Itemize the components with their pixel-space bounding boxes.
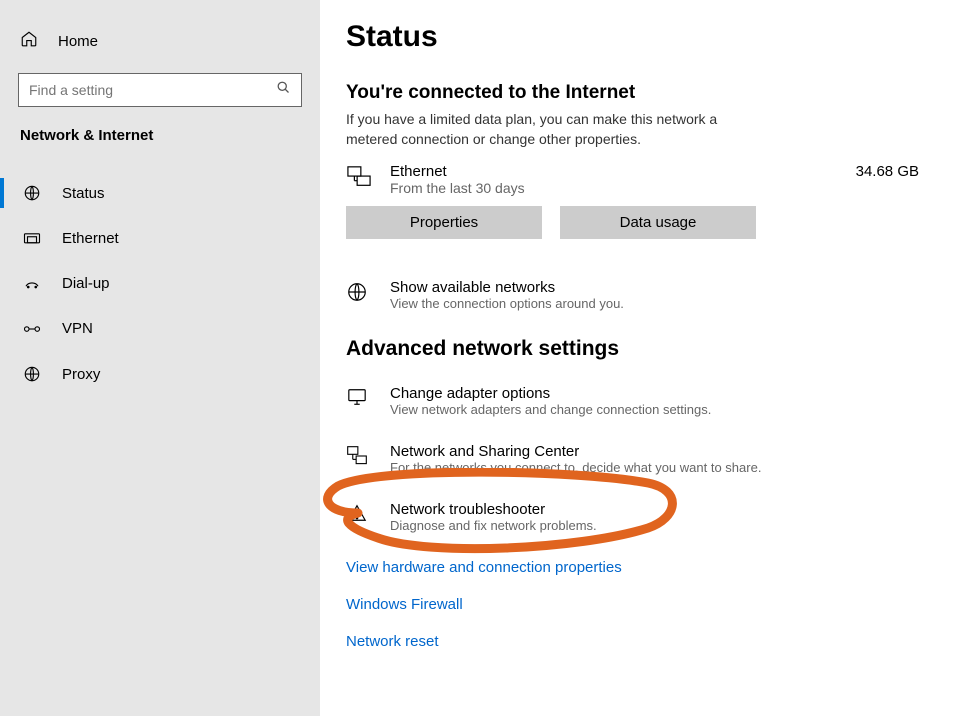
sidebar-item-vpn[interactable]: VPN [0, 306, 320, 351]
search-input[interactable] [29, 82, 276, 98]
proxy-icon [22, 365, 42, 383]
advanced-heading: Advanced network settings [346, 337, 929, 361]
sidebar-item-label: Ethernet [62, 230, 119, 247]
data-usage-button[interactable]: Data usage [560, 206, 756, 239]
show-available-sub: View the connection options around you. [390, 296, 624, 311]
troubleshoot-icon [346, 501, 374, 528]
sharing-sub: For the networks you connect to, decide … [390, 460, 761, 475]
adapter-icon [346, 385, 374, 412]
sidebar-item-dialup[interactable]: Dial-up [0, 261, 320, 306]
search-input-container[interactable] [18, 73, 302, 107]
sidebar-item-label: Dial-up [62, 275, 110, 292]
connection-row: Ethernet From the last 30 days 34.68 GB [346, 163, 929, 196]
network-troubleshooter[interactable]: Network troubleshooter Diagnose and fix … [346, 501, 929, 533]
sidebar-item-ethernet[interactable]: Ethernet [0, 216, 320, 261]
sidebar-item-label: Status [62, 185, 105, 202]
button-row: Properties Data usage [346, 206, 929, 239]
troubleshoot-title: Network troubleshooter [390, 501, 597, 518]
dialup-icon [22, 277, 42, 291]
home-label: Home [58, 33, 98, 50]
troubleshoot-sub: Diagnose and fix network problems. [390, 518, 597, 533]
adapter-sub: View network adapters and change connect… [390, 402, 711, 417]
show-available-networks[interactable]: Show available networks View the connect… [346, 279, 929, 311]
connection-sub: From the last 30 days [390, 180, 840, 196]
ethernet-connection-icon [346, 163, 374, 194]
connection-usage: 34.68 GB [856, 163, 929, 180]
show-available-title: Show available networks [390, 279, 624, 296]
ethernet-icon [22, 232, 42, 246]
sidebar-item-label: Proxy [62, 366, 100, 383]
connection-name: Ethernet [390, 163, 840, 180]
sidebar-nav: Status Ethernet Dial-up VPN Proxy [0, 170, 320, 397]
change-adapter-options[interactable]: Change adapter options View network adap… [346, 385, 929, 417]
network-sharing-center[interactable]: Network and Sharing Center For the netwo… [346, 443, 929, 475]
home-link[interactable]: Home [0, 20, 320, 63]
adapter-title: Change adapter options [390, 385, 711, 402]
link-hardware-properties[interactable]: View hardware and connection properties [346, 559, 929, 576]
sidebar-item-label: VPN [62, 320, 93, 337]
sidebar: Home Network & Internet Status Ethernet … [0, 0, 320, 716]
sharing-icon [346, 443, 374, 472]
properties-button[interactable]: Properties [346, 206, 542, 239]
connected-desc: If you have a limited data plan, you can… [346, 110, 766, 149]
link-windows-firewall[interactable]: Windows Firewall [346, 596, 929, 613]
vpn-icon [22, 322, 42, 336]
sidebar-category: Network & Internet [0, 107, 320, 152]
home-icon [20, 30, 38, 53]
link-network-reset[interactable]: Network reset [346, 633, 929, 650]
page-title: Status [346, 20, 929, 54]
connected-heading: You're connected to the Internet [346, 82, 929, 104]
main-content: Status You're connected to the Internet … [320, 0, 959, 716]
globe-icon [346, 279, 374, 308]
search-icon [276, 80, 291, 100]
sidebar-item-proxy[interactable]: Proxy [0, 351, 320, 397]
status-icon [22, 184, 42, 202]
sharing-title: Network and Sharing Center [390, 443, 761, 460]
sidebar-item-status[interactable]: Status [0, 170, 320, 216]
